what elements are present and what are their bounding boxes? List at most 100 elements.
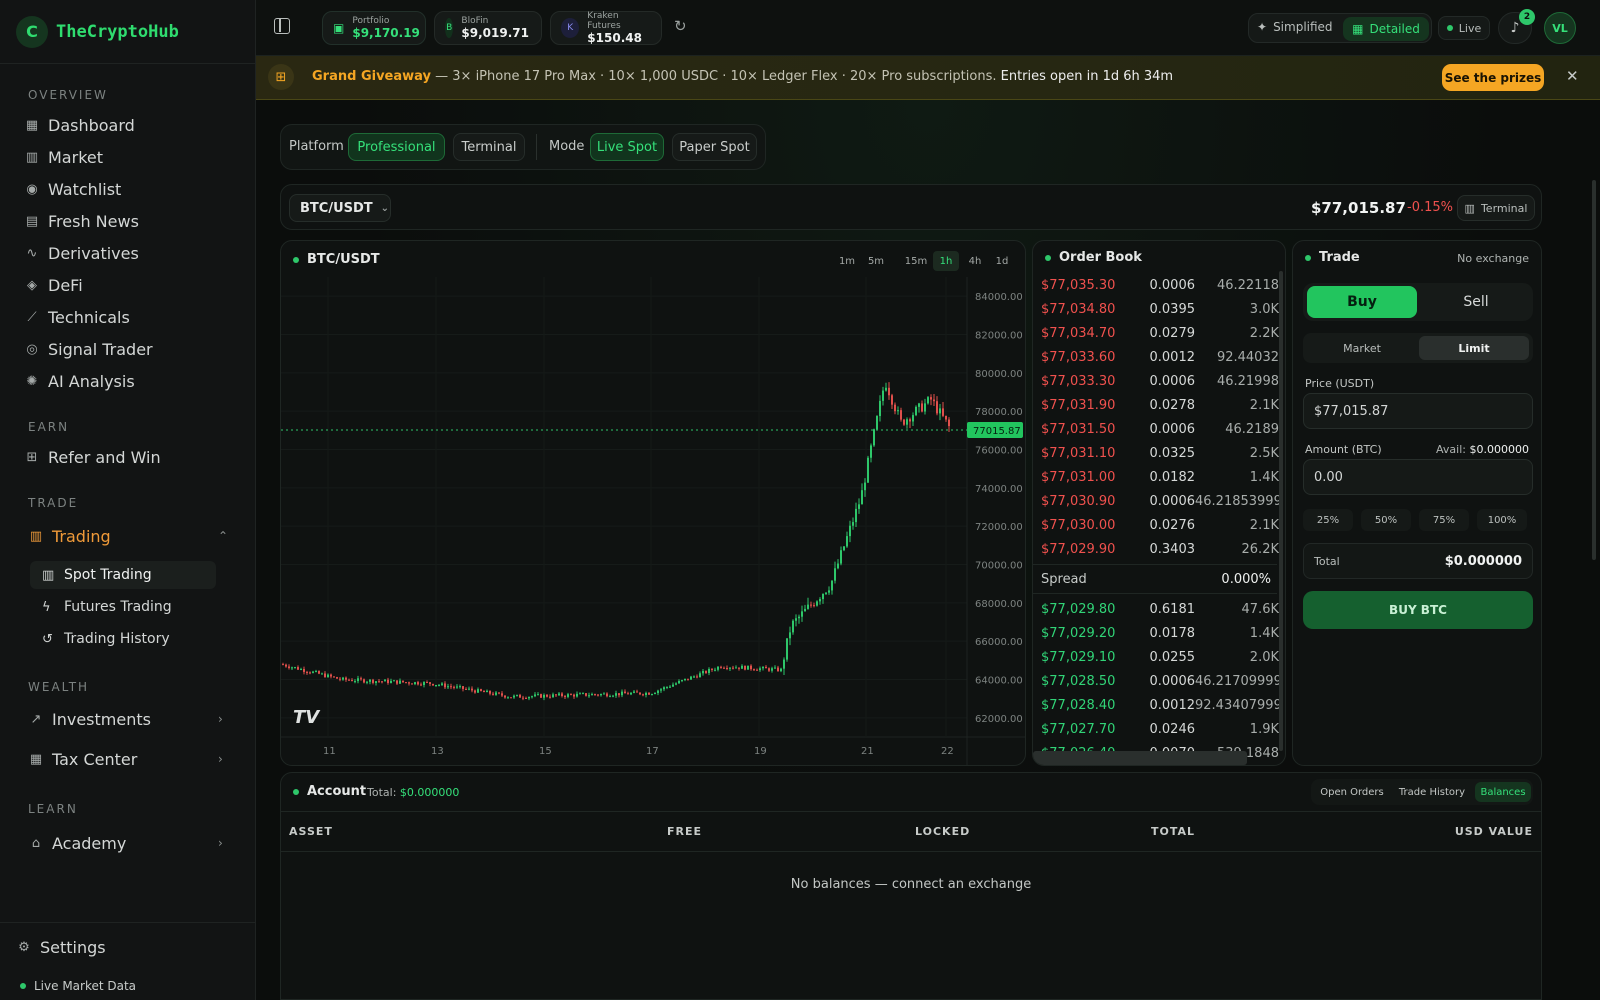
close-icon[interactable]: ✕ [1566, 67, 1579, 85]
kraken-pill[interactable]: K Kraken Futures $150.48 [550, 11, 662, 45]
candlestick-chart[interactable]: 84000.00 82000.00 80000.00 78000.00 76000.00… [281, 277, 1026, 766]
tab-trade-history[interactable]: Trade History [1393, 782, 1471, 802]
buy-tab[interactable]: Buy [1307, 286, 1417, 318]
candle-body [732, 667, 734, 669]
sidebar-subitem-spot-trading[interactable]: ▥ Spot Trading [30, 561, 216, 589]
sidebar-item-signal-trader[interactable]: ◎ Signal Trader [24, 337, 152, 361]
order-book-ask-row[interactable]: $77,031.10 0.0325 2.5K [1041, 441, 1279, 465]
order-book-bid-row[interactable]: $77,027.70 0.0246 1.9K [1041, 717, 1279, 741]
total-display: Total $0.000000 [1303, 543, 1533, 579]
notifications-button[interactable]: ♪ 2 [1498, 9, 1535, 44]
sidebar-item-defi[interactable]: ◈ DeFi [24, 273, 83, 297]
trade-title: Trade [1305, 250, 1360, 265]
detailed-button[interactable]: ▦ Detailed [1343, 17, 1429, 41]
order-book-ask-row[interactable]: $77,034.80 0.0395 3.0K [1041, 297, 1279, 321]
sidebar-subitem-trading-history[interactable]: ↺ Trading History [30, 625, 216, 653]
page-scrollbar[interactable] [1592, 180, 1596, 560]
giveaway-banner: ⊞ Grand Giveaway — 3× iPhone 17 Pro Max … [256, 56, 1600, 100]
price-chart-card: BTC/USDT 1m 5m 15m 1h 4h 1d 84000.00 82000.00 8… [280, 240, 1026, 766]
order-book-bid-row[interactable]: $77,029.10 0.0255 2.0K [1041, 645, 1279, 669]
ask-price: $77,031.00 [1041, 469, 1116, 485]
timeframe-1h[interactable]: 1h [933, 251, 959, 271]
order-book-ask-row[interactable]: $77,031.00 0.0182 1.4K [1041, 465, 1279, 489]
pct-25-button[interactable]: 25% [1303, 509, 1353, 531]
candle-body [510, 697, 512, 699]
timeframe-5m[interactable]: 5m [863, 251, 889, 271]
sidebar-item-derivatives[interactable]: ∿ Derivatives [24, 241, 139, 265]
terminal-platform-button[interactable]: Terminal [453, 133, 525, 161]
brand[interactable]: C TheCryptoHub [0, 0, 255, 64]
tab-open-orders[interactable]: Open Orders [1315, 782, 1389, 802]
sidebar-item-investments[interactable]: ↗ Investments › [28, 707, 223, 731]
candle-body [501, 693, 503, 696]
candle-body [609, 696, 611, 698]
sidebar-item-fresh-news[interactable]: ▤ Fresh News [24, 209, 139, 233]
see-prizes-button[interactable]: See the prizes [1442, 64, 1544, 91]
sidebar-item-refer-and-win[interactable]: ⊞ Refer and Win [24, 445, 161, 469]
order-book-ask-row[interactable]: $77,033.30 0.0006 46.21998 [1041, 369, 1279, 393]
timeframe-15m[interactable]: 15m [901, 251, 931, 271]
order-book-ask-row[interactable]: $77,030.00 0.0276 2.1K [1041, 513, 1279, 537]
sidebar-footer: ⚙ Settings Live Market Data [0, 922, 256, 993]
pair-selector[interactable]: BTC/USDT ⌄ [289, 194, 391, 222]
timeframe-4h[interactable]: 4h [963, 251, 987, 271]
refresh-icon[interactable]: ↻ [674, 17, 687, 35]
order-book-ask-row[interactable]: $77,029.90 0.3403 26.2K [1041, 537, 1279, 561]
blofin-badge-icon: B [445, 18, 454, 38]
candle-body [483, 690, 485, 693]
candle-body [831, 580, 833, 591]
sidebar-item-tax-center[interactable]: ▦ Tax Center › [28, 747, 223, 771]
order-book-hscrollbar[interactable] [1033, 751, 1247, 765]
order-book-bid-row[interactable]: $77,028.50 0.000646.217099999 [1041, 669, 1279, 693]
order-book-ask-row[interactable]: $77,035.30 0.0006 46.22118 [1041, 273, 1279, 297]
candle-body [318, 671, 320, 674]
order-book-ask-row[interactable]: $77,031.90 0.0278 2.1K [1041, 393, 1279, 417]
order-book-ask-row[interactable]: $77,030.90 0.000646.218539999 [1041, 489, 1279, 513]
price-input[interactable]: $77,015.87 [1303, 393, 1533, 429]
sidebar-subitem-futures-trading[interactable]: ϟ Futures Trading [30, 593, 216, 621]
timeframe-1d[interactable]: 1d [991, 251, 1013, 271]
timeframe-1m[interactable]: 1m [835, 251, 859, 271]
order-book-ask-row[interactable]: $77,034.70 0.0279 2.2K [1041, 321, 1279, 345]
buy-btc-button[interactable]: BUY BTC [1303, 591, 1533, 629]
paper-spot-button[interactable]: Paper Spot [672, 133, 757, 161]
order-book-bid-row[interactable]: $77,029.80 0.6181 47.6K [1041, 597, 1279, 621]
candle-body [282, 664, 284, 666]
candle-body [936, 401, 938, 414]
order-book-bid-row[interactable]: $77,028.40 0.001292.434079999 [1041, 693, 1279, 717]
market-tab[interactable]: Market [1307, 336, 1417, 360]
simplified-button[interactable]: ✦ Simplified [1257, 20, 1333, 34]
sidebar-item-dashboard[interactable]: ▦ Dashboard [24, 113, 135, 137]
live-dot-icon [20, 983, 26, 989]
candle-body [375, 681, 377, 683]
sidebar-item-academy[interactable]: ⌂ Academy › [28, 831, 223, 855]
tab-balances[interactable]: Balances [1475, 782, 1531, 802]
live-spot-button[interactable]: Live Spot [590, 133, 664, 161]
sidebar-item-watchlist[interactable]: ◉ Watchlist [24, 177, 121, 201]
order-book-scrollbar[interactable] [1279, 271, 1283, 751]
pct-100-button[interactable]: 100% [1477, 509, 1527, 531]
blofin-pill[interactable]: B BloFin $9,019.71 [434, 11, 542, 45]
sidebar-item-settings[interactable]: ⚙ Settings [16, 935, 105, 959]
sidebar-toggle-icon[interactable] [274, 18, 290, 34]
amount-input[interactable]: 0.00 [1303, 459, 1533, 495]
professional-button[interactable]: Professional [348, 133, 445, 161]
sell-tab[interactable]: Sell [1421, 286, 1531, 318]
candle-body [933, 399, 935, 402]
order-book-ask-row[interactable]: $77,031.50 0.0006 46.2189 [1041, 417, 1279, 441]
sidebar-item-market[interactable]: ▥ Market [24, 145, 103, 169]
portfolio-pill[interactable]: ▣ Portfolio $9,170.19 [322, 11, 426, 45]
limit-tab[interactable]: Limit [1419, 336, 1529, 360]
sidebar-item-ai-analysis[interactable]: ✺ AI Analysis [24, 369, 135, 393]
candle-body [507, 697, 509, 699]
pct-50-button[interactable]: 50% [1361, 509, 1411, 531]
user-avatar[interactable]: VL [1544, 12, 1576, 44]
sidebar: C TheCryptoHub OVERVIEW ▦ Dashboard ▥ Mark… [0, 0, 256, 1000]
order-book-bid-row[interactable]: $77,029.20 0.0178 1.4K [1041, 621, 1279, 645]
line-chart-icon: ⟋ [27, 309, 37, 325]
sidebar-item-trading[interactable]: ▥ Trading ⌃ [28, 524, 228, 548]
pct-75-button[interactable]: 75% [1419, 509, 1469, 531]
terminal-button[interactable]: ▥ Terminal [1457, 195, 1535, 221]
order-book-ask-row[interactable]: $77,033.60 0.0012 92.44032 [1041, 345, 1279, 369]
sidebar-item-technicals[interactable]: ⟋ Technicals [24, 305, 129, 329]
